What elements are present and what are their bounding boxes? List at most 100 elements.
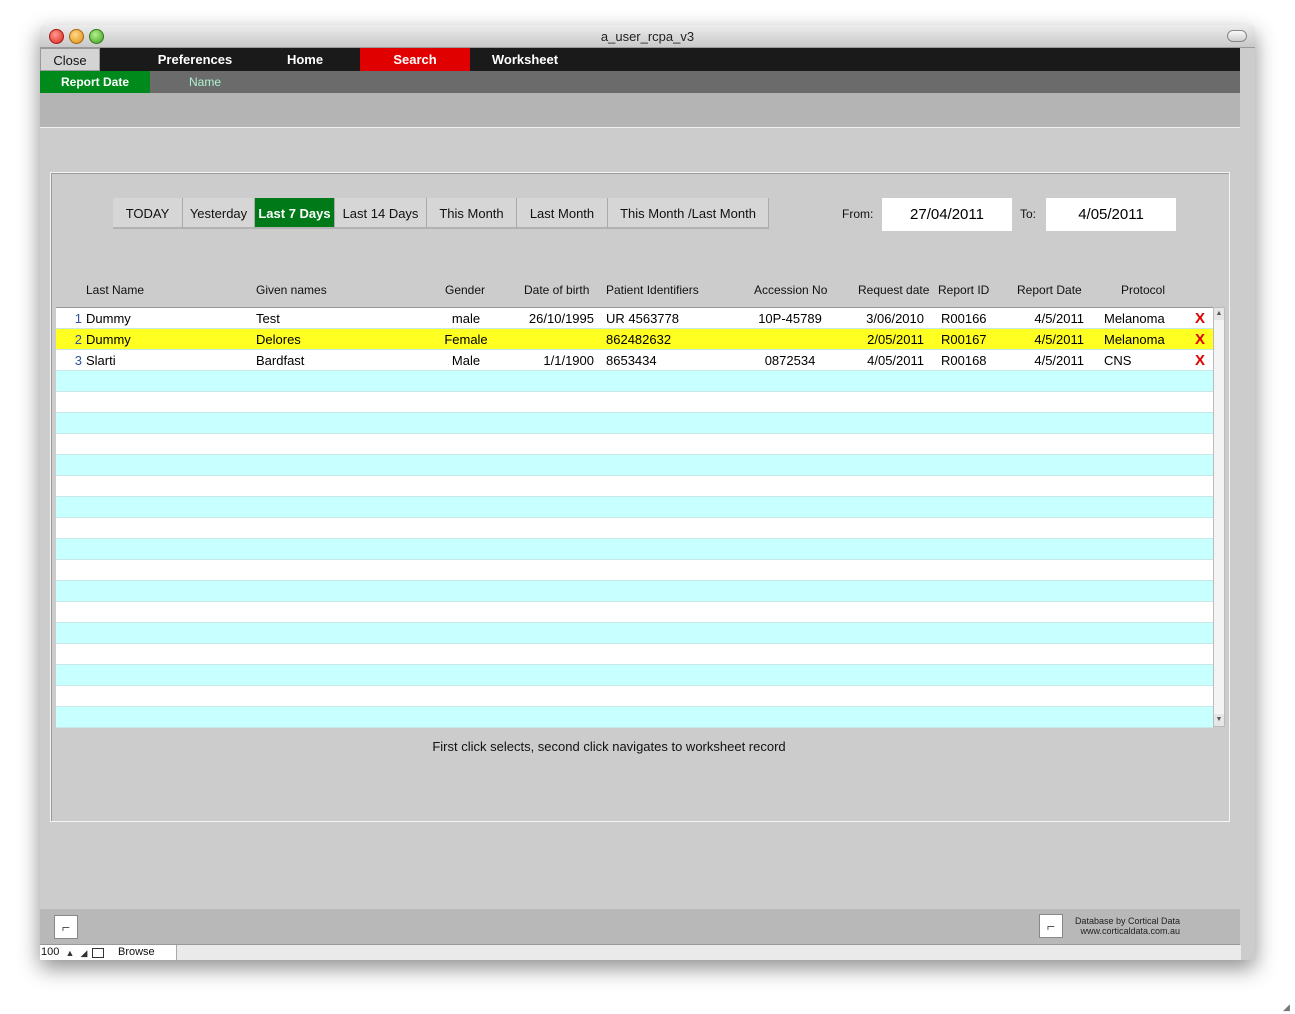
toolbar-toggle-icon[interactable] <box>1227 30 1247 42</box>
app-window: a_user_rcpa_v3 Close Preferences Home Se… <box>40 25 1255 960</box>
cell-request-date: 2/05/2011 <box>867 332 924 347</box>
range-last-month-button[interactable]: Last Month <box>517 198 608 229</box>
resize-grip-icon[interactable]: ◢ <box>1283 1002 1293 1012</box>
col-date-of-birth[interactable]: Date of birth <box>524 283 589 297</box>
col-given-names[interactable]: Given names <box>256 283 327 297</box>
cell-patient-identifiers: 8653434 <box>606 353 657 368</box>
status-scroll-area[interactable] <box>176 945 1241 960</box>
range-last-14-days-button[interactable]: Last 14 Days <box>335 198 427 229</box>
table-row[interactable] <box>56 371 1213 392</box>
delete-x-icon[interactable]: X <box>1195 329 1205 350</box>
zoom-in-icon[interactable]: ◢ <box>78 948 90 958</box>
subnav-name[interactable]: Name <box>150 71 260 93</box>
zoom-out-icon[interactable]: ▲ <box>64 948 76 958</box>
subnav-report-date[interactable]: Report Date <box>40 71 150 93</box>
cell-report-date: 4/5/2011 <box>1034 332 1084 347</box>
table-row[interactable]: 1 Dummy Test male 26/10/1995 UR 4563778 10P-45… <box>56 308 1213 329</box>
menu-worksheet[interactable]: Worksheet <box>470 48 580 71</box>
footer-bar: ⌐ ⌐ Database by Cortical Data www.cortic… <box>40 909 1240 944</box>
close-button[interactable]: Close <box>40 48 100 71</box>
to-date-field[interactable]: 4/05/2011 <box>1046 198 1176 231</box>
main-menu-bar: Close Preferences Home Search Worksheet <box>40 48 1240 71</box>
delete-x-icon[interactable]: X <box>1195 308 1205 329</box>
table-row[interactable] <box>56 707 1213 728</box>
cell-gender: Male <box>451 353 481 368</box>
cell-given-names: Delores <box>256 332 301 347</box>
menu-preferences[interactable]: Preferences <box>140 48 250 71</box>
range-this-and-last-month-button[interactable]: This Month /Last Month <box>608 198 769 229</box>
table-row[interactable] <box>56 623 1213 644</box>
table-row[interactable] <box>56 539 1213 560</box>
scroll-down-icon[interactable]: ▼ <box>1214 714 1224 726</box>
credit-text: Database by Cortical Data www.corticalda… <box>1075 916 1180 936</box>
table-row[interactable]: 2 Dummy Delores Female 862482632 2/05/2011 R00… <box>56 329 1213 350</box>
table-row[interactable] <box>56 665 1213 686</box>
col-report-id[interactable]: Report ID <box>938 283 989 297</box>
table-scrollbar[interactable]: ▲ ▼ <box>1213 307 1225 727</box>
row-number: 1 <box>74 311 82 326</box>
cell-request-date: 4/05/2011 <box>867 353 924 368</box>
range-last-7-days-button[interactable]: Last 7 Days <box>255 198 335 229</box>
range-today-button[interactable]: TODAY <box>113 198 183 229</box>
scroll-up-icon[interactable]: ▲ <box>1214 308 1224 320</box>
cell-report-date: 4/5/2011 <box>1034 311 1084 326</box>
table-row[interactable] <box>56 434 1213 455</box>
cell-last-name: Dummy <box>86 332 131 347</box>
cell-given-names: Bardfast <box>256 353 305 368</box>
cell-accession-no <box>740 329 840 350</box>
title-bar: a_user_rcpa_v3 <box>40 25 1255 48</box>
cell-accession-no: 0872534 <box>764 353 816 368</box>
col-gender[interactable]: Gender <box>445 283 485 297</box>
from-label: From: <box>842 207 874 221</box>
col-report-date[interactable]: Report Date <box>1017 283 1082 297</box>
results-table: 1 Dummy Test male 26/10/1995 UR 4563778 10P-45… <box>56 307 1213 728</box>
credit-line-2: www.corticaldata.com.au <box>1080 926 1180 936</box>
cell-last-name: Dummy <box>86 311 131 326</box>
range-yesterday-button[interactable]: Yesterday <box>183 198 255 229</box>
credit-line-1: Database by Cortical Data <box>1074 916 1180 926</box>
logo-icon: ⌐ <box>54 915 78 939</box>
layout-icon[interactable] <box>92 948 104 958</box>
table-row[interactable] <box>56 476 1213 497</box>
cell-gender: male <box>451 311 481 326</box>
col-accession-no[interactable]: Accession No <box>754 283 827 297</box>
delete-x-icon[interactable]: X <box>1195 350 1205 371</box>
table-row[interactable] <box>56 497 1213 518</box>
cell-patient-identifiers: 862482632 <box>606 332 672 347</box>
cell-date-of-birth: 1/1/1900 <box>543 353 594 368</box>
table-row[interactable] <box>56 644 1213 665</box>
table-row[interactable] <box>56 518 1213 539</box>
cell-report-date: 4/5/2011 <box>1034 353 1084 368</box>
status-bar: 100 ▲ ◢ Browse <box>40 944 1241 960</box>
table-row[interactable] <box>56 602 1213 623</box>
cell-given-names: Test <box>256 311 280 326</box>
zoom-level[interactable]: 100 <box>41 946 59 958</box>
cortical-logo-icon: ⌐ <box>1039 914 1063 938</box>
col-patient-identifiers[interactable]: Patient Identifiers <box>606 283 699 297</box>
table-row[interactable] <box>56 392 1213 413</box>
col-last-name[interactable]: Last Name <box>86 283 144 297</box>
col-request-date[interactable]: Request date <box>858 283 929 297</box>
table-row[interactable] <box>56 413 1213 434</box>
table-row[interactable] <box>56 686 1213 707</box>
cell-date-of-birth <box>506 329 594 350</box>
table-row[interactable] <box>56 455 1213 476</box>
sub-nav-bar: Report Date Name <box>40 71 1240 93</box>
mode-indicator[interactable]: Browse <box>118 946 155 958</box>
row-number: 3 <box>74 353 82 368</box>
cell-report-id: R00166 <box>941 311 987 326</box>
table-row[interactable] <box>56 581 1213 602</box>
cell-last-name: Slarti <box>86 353 116 368</box>
table-row[interactable]: 3 Slarti Bardfast Male 1/1/1900 8653434 087253… <box>56 350 1213 371</box>
menu-search[interactable]: Search <box>360 48 470 71</box>
header-strip <box>40 93 1240 128</box>
from-date-field[interactable]: 27/04/2011 <box>882 198 1012 231</box>
cell-request-date: 3/06/2010 <box>866 311 924 326</box>
table-row[interactable] <box>56 560 1213 581</box>
cell-report-id: R00167 <box>941 332 987 347</box>
col-protocol[interactable]: Protocol <box>1121 283 1165 297</box>
row-number: 2 <box>74 332 82 347</box>
menu-home[interactable]: Home <box>250 48 360 71</box>
range-this-month-button[interactable]: This Month <box>427 198 517 229</box>
cell-protocol: Melanoma <box>1104 332 1165 347</box>
